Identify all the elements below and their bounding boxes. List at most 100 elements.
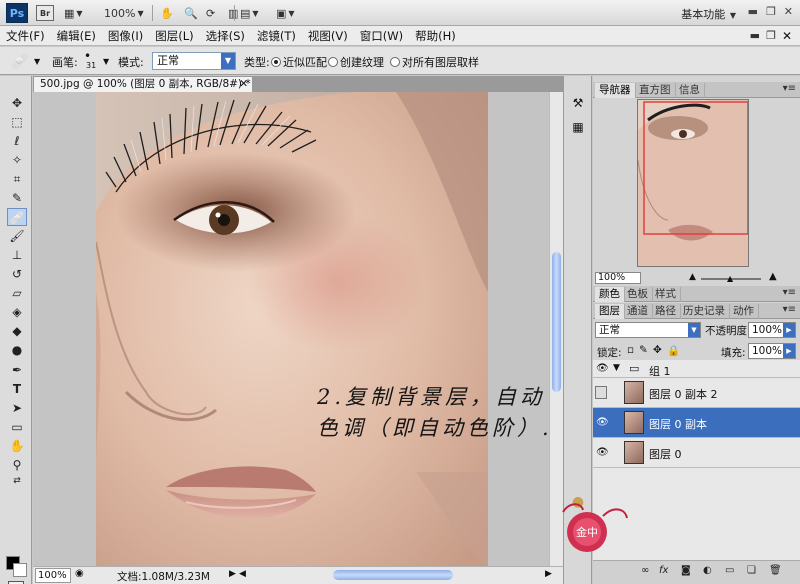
layers-menu-icon[interactable]: ▾≡ bbox=[783, 304, 796, 315]
fill-field[interactable]: 100% ▶ bbox=[748, 343, 796, 359]
navigator-preview[interactable] bbox=[637, 99, 749, 267]
paint-bucket-icon[interactable]: ◈ bbox=[7, 303, 27, 321]
eraser-icon[interactable]: ▱ bbox=[7, 284, 27, 302]
restore-icon[interactable]: ❐ bbox=[766, 5, 776, 18]
doc-restore-icon[interactable]: ❐ bbox=[766, 29, 776, 42]
close-icon[interactable]: ✕ bbox=[784, 5, 793, 18]
tab-actions[interactable]: 动作 bbox=[729, 304, 759, 319]
new-group-icon[interactable]: ▭ bbox=[725, 565, 734, 576]
swap-colors-icon[interactable]: ⇄ bbox=[7, 472, 27, 490]
marquee-tool-icon[interactable]: ⬚ bbox=[7, 113, 27, 131]
link-layers-icon[interactable]: ∞ bbox=[641, 565, 649, 576]
shape-tool-icon[interactable]: ▭ bbox=[7, 418, 27, 436]
layer-row-selected[interactable]: 👁 图层 0 副本 bbox=[593, 408, 800, 438]
menu-layer[interactable]: 图层(L) bbox=[155, 28, 193, 44]
view-extras-button[interactable]: ▦ ▼ bbox=[64, 4, 83, 22]
tab-color[interactable]: 颜色 bbox=[595, 287, 625, 302]
expand-arrow-icon[interactable]: ▼ bbox=[613, 363, 620, 373]
actions-panel-icon[interactable]: ▦ bbox=[570, 120, 586, 136]
document-tab[interactable]: 500.jpg @ 100% (图层 0 副本, RGB/8#) * ✕ bbox=[33, 76, 253, 92]
zoom-out-icon[interactable]: ▲ bbox=[689, 272, 696, 282]
workspace-switcher[interactable]: 基本功能 ▼ bbox=[681, 6, 736, 22]
screen-mode-button[interactable]: ▣ ▼ bbox=[276, 4, 295, 22]
hand-tool-icon[interactable]: ✋ bbox=[160, 4, 174, 22]
doc-minimize-icon[interactable]: ▬ bbox=[750, 29, 760, 42]
sample-all-layers-checkbox[interactable]: 对所有图层取样 bbox=[390, 54, 479, 70]
zoom-in-icon[interactable]: ▲ bbox=[769, 271, 777, 282]
tab-paths[interactable]: 路径 bbox=[651, 304, 681, 319]
adjustment-layer-icon[interactable]: ◐ bbox=[703, 565, 712, 576]
navigator-menu-icon[interactable]: ▾≡ bbox=[783, 83, 796, 94]
eye-icon[interactable]: 👁 bbox=[596, 417, 609, 429]
scroll-left-icon[interactable]: ◀ bbox=[239, 569, 246, 579]
pen-tool-icon[interactable]: ✒ bbox=[7, 361, 27, 379]
blend-mode-select[interactable]: 正常 ▼ bbox=[595, 322, 701, 338]
lock-transparent-icon[interactable]: ▫ bbox=[627, 344, 634, 356]
type-texture-radio[interactable]: 创建纹理 bbox=[328, 54, 384, 70]
rotate-view-icon[interactable]: ⟳ bbox=[206, 4, 215, 22]
visibility-toggle[interactable] bbox=[595, 386, 607, 399]
lock-all-icon[interactable]: 🔒 bbox=[667, 344, 680, 357]
layer-style-icon[interactable]: fx bbox=[659, 565, 668, 576]
layer-row[interactable]: 👁 图层 0 bbox=[593, 438, 800, 468]
color-menu-icon[interactable]: ▾≡ bbox=[783, 287, 796, 298]
menu-help[interactable]: 帮助(H) bbox=[415, 28, 456, 44]
healing-brush-icon[interactable]: 🩹 bbox=[7, 208, 27, 226]
scroll-right-icon[interactable]: ▶ bbox=[545, 569, 552, 579]
tab-styles[interactable]: 样式 bbox=[651, 287, 681, 302]
brush-tool-icon[interactable]: 🖌 bbox=[7, 227, 27, 245]
zoom-level-dropdown[interactable]: 100% ▼ bbox=[104, 4, 144, 22]
vertical-scrollbar[interactable] bbox=[549, 92, 563, 566]
dodge-tool-icon[interactable]: ● bbox=[7, 341, 27, 359]
status-menu-icon[interactable]: ◉ bbox=[75, 568, 84, 579]
clone-stamp-icon[interactable]: ⊥ bbox=[7, 246, 27, 264]
opacity-field[interactable]: 100% ▶ bbox=[748, 322, 796, 338]
tab-histogram[interactable]: 直方图 bbox=[635, 83, 676, 98]
type-tool-icon[interactable]: T bbox=[7, 380, 27, 398]
layer-row[interactable]: 图层 0 副本 2 bbox=[593, 378, 800, 408]
history-brush-icon[interactable]: ↺ bbox=[7, 265, 27, 283]
hand-tool-icon[interactable]: ✋ bbox=[7, 437, 27, 455]
history-panel-icon[interactable]: ⚒ bbox=[570, 96, 586, 112]
blur-tool-icon[interactable]: ◆ bbox=[7, 322, 27, 340]
path-selection-icon[interactable]: ➤ bbox=[7, 399, 27, 417]
menu-select[interactable]: 选择(S) bbox=[206, 28, 245, 44]
background-color[interactable] bbox=[13, 563, 27, 577]
mode-select[interactable]: 正常 ▼ bbox=[152, 52, 236, 70]
magic-wand-icon[interactable]: ✧ bbox=[7, 151, 27, 169]
lock-pixels-icon[interactable]: ✎ bbox=[639, 344, 648, 356]
lock-position-icon[interactable]: ✥ bbox=[653, 344, 662, 356]
tab-navigator[interactable]: 导航器 bbox=[595, 83, 636, 98]
menu-edit[interactable]: 编辑(E) bbox=[57, 28, 96, 44]
doc-close-icon[interactable]: ✕ bbox=[782, 29, 792, 43]
minimize-icon[interactable]: ▬ bbox=[748, 5, 758, 18]
menu-image[interactable]: 图像(I) bbox=[108, 28, 143, 44]
menu-file[interactable]: 文件(F) bbox=[6, 28, 45, 44]
menu-view[interactable]: 视图(V) bbox=[308, 28, 348, 44]
new-layer-icon[interactable]: ❏ bbox=[747, 565, 756, 576]
eyedropper-icon[interactable]: ✎ bbox=[7, 189, 27, 207]
arrange-documents-button[interactable]: ▤ ▼ bbox=[240, 4, 259, 22]
add-mask-icon[interactable]: ◙ bbox=[681, 565, 691, 576]
navigator-zoom-slider[interactable]: ▲ bbox=[701, 274, 761, 283]
eye-icon[interactable]: 👁 bbox=[596, 363, 609, 375]
tab-info[interactable]: 信息 bbox=[675, 83, 705, 98]
menu-window[interactable]: 窗口(W) bbox=[360, 28, 403, 44]
tool-preset-caret[interactable]: ▼ bbox=[34, 57, 40, 66]
eye-icon[interactable]: 👁 bbox=[596, 447, 609, 459]
navigator-zoom-field[interactable]: 100% bbox=[595, 272, 641, 284]
crop-tool-icon[interactable]: ⌗ bbox=[7, 170, 27, 188]
status-arrow-icon[interactable]: ▶ bbox=[229, 569, 236, 579]
tab-close-icon[interactable]: ✕ bbox=[239, 77, 248, 92]
menu-filter[interactable]: 滤镜(T) bbox=[257, 28, 296, 44]
tab-history[interactable]: 历史记录 bbox=[679, 304, 730, 319]
spot-healing-brush-icon[interactable]: 🩹 bbox=[10, 52, 29, 70]
type-proximity-radio[interactable]: 近似匹配 bbox=[271, 54, 327, 70]
lasso-tool-icon[interactable]: ℓ bbox=[7, 132, 27, 150]
layer-row-group[interactable]: 👁 ▼ ▭ 组 1 bbox=[593, 360, 800, 378]
tab-layers[interactable]: 图层 bbox=[595, 304, 625, 319]
canvas[interactable]: 2.复制背景层，自动色调（即自动色阶）. bbox=[33, 92, 563, 566]
bridge-button[interactable]: Br bbox=[36, 4, 54, 22]
tab-swatches[interactable]: 色板 bbox=[623, 287, 653, 302]
delete-layer-icon[interactable]: 🗑 bbox=[769, 565, 782, 576]
